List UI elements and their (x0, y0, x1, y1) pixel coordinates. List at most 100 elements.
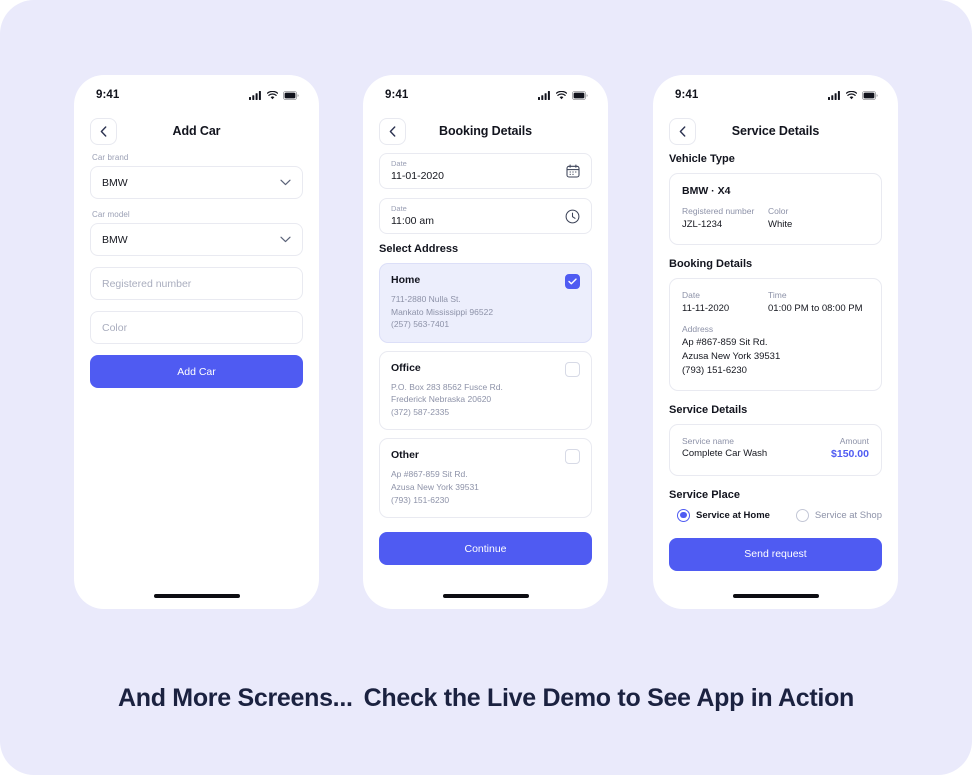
service-place-heading: Service Place (669, 488, 740, 501)
home-indicator (732, 594, 819, 598)
chevron-left-icon (100, 125, 107, 137)
field-group-car-brand: Car brand BMW (90, 153, 303, 199)
back-button[interactable] (669, 117, 696, 145)
radio-label: Service at Shop (814, 509, 882, 521)
cellular-signal-icon (828, 90, 840, 100)
phone-mockup-service-details: 9:41 Service Details Vehicle Type BMW · … (653, 75, 898, 609)
nav-bar: Add Car (74, 109, 319, 153)
address-line-3: (793) 151-6230 (391, 494, 450, 505)
status-bar: 9:41 (363, 75, 608, 109)
caption-part-1: And More Screens... (117, 684, 353, 712)
time-field[interactable]: Date 11:00 am (379, 198, 592, 234)
address-line-2: Azusa New York 39531 (391, 482, 479, 493)
back-button[interactable] (90, 117, 117, 145)
color-placeholder: Color (102, 321, 128, 334)
status-bar-time: 9:41 (675, 89, 699, 101)
field-group-car-model: Car model BMW (90, 210, 303, 256)
radio-option-service-at-shop[interactable]: Service at Shop (795, 508, 882, 522)
battery-icon (862, 90, 878, 100)
date-field-text: Date 11-01-2020 (391, 159, 444, 183)
chevron-down-icon (280, 236, 291, 243)
service-amount-block: Amount $150.00 (831, 436, 869, 463)
address-card-office[interactable]: Office P.O. Box 283 8562 Fusce Rd. Frede… (379, 350, 592, 431)
service-row: Service name Complete Car Wash Amount $1… (682, 436, 869, 463)
vehicle-color: Color White (768, 206, 792, 232)
address-card-home[interactable]: Home 711-2880 Nulla St. Mankato Mississi… (379, 263, 592, 343)
radio-option-service-at-home[interactable]: Service at Home (677, 508, 770, 522)
date-field-value: 11-01-2020 (391, 169, 444, 182)
service-name-block: Service name Complete Car Wash (682, 436, 767, 462)
address-checkbox[interactable] (565, 449, 580, 465)
time-field-label: Date (391, 204, 407, 214)
booking-details-card: Date 11-11-2020 Time 01:00 PM to 08:00 P… (669, 277, 882, 391)
car-model-select[interactable]: BMW (90, 223, 303, 256)
radio-icon[interactable] (795, 508, 809, 522)
registered-number-placeholder: Registered number (102, 277, 192, 290)
radio-icon[interactable] (677, 508, 690, 522)
service-name-value: Complete Car Wash (682, 448, 768, 460)
clock-icon (565, 209, 580, 223)
color-value: White (768, 218, 793, 230)
home-indicator (153, 594, 240, 598)
cellular-signal-icon (249, 90, 261, 100)
car-brand-label: Car brand (92, 153, 129, 162)
address-name: Office (391, 361, 421, 374)
address-checkbox[interactable] (565, 361, 580, 377)
booking-address-label: Address (682, 324, 714, 335)
service-place-options: Service at Home Service at Shop (677, 508, 882, 522)
field-group-registered-number: Registered number (90, 267, 303, 300)
check-icon (568, 278, 577, 285)
service-details-heading: Service Details (669, 403, 748, 416)
address-line-2: Mankato Mississippi 96522 (391, 306, 494, 317)
amount-value: $150.00 (831, 448, 869, 461)
battery-icon (283, 90, 299, 100)
booking-datetime: Date 11-11-2020 Time 01:00 PM to 08:00 P… (682, 290, 869, 316)
service-name-label: Service name (682, 435, 734, 446)
add-car-button[interactable]: Add Car (90, 355, 303, 388)
status-bar-time: 9:41 (385, 89, 409, 101)
time-field-value: 11:00 am (391, 214, 434, 227)
vehicle-name: BMW · X4 (682, 185, 731, 197)
amount-label: Amount (839, 435, 869, 446)
color-input[interactable]: Color (90, 311, 303, 344)
address-checkbox[interactable] (565, 274, 580, 289)
chevron-left-icon (679, 125, 686, 137)
booking-details-heading: Booking Details (669, 257, 753, 270)
booking-address: Address Ap #867-859 Sit Rd. Azusa New Yo… (682, 324, 869, 377)
booking-time: Time 01:00 PM to 08:00 PM (768, 290, 863, 316)
calendar-icon (566, 164, 580, 178)
vehicle-attributes: Registered number JZL-1234 Color White (682, 206, 869, 232)
booking-date: Date 11-11-2020 (682, 290, 768, 316)
battery-icon (572, 90, 588, 100)
registered-number-input[interactable]: Registered number (90, 267, 303, 300)
status-bar: 9:41 (653, 75, 898, 109)
status-bar-time: 9:41 (96, 89, 120, 101)
screen-body-add-car: Car brand BMW Car model BMW Registered n… (74, 153, 319, 609)
address-card-other[interactable]: Other Ap #867-859 Sit Rd. Azusa New York… (379, 438, 592, 519)
nav-bar: Booking Details (363, 109, 608, 153)
registered-number-label: Registered number (682, 206, 755, 216)
back-button[interactable] (379, 117, 406, 145)
booking-address-line-2: Azusa New York 39531 (682, 350, 781, 362)
address-line-3: (372) 587-2335 (391, 406, 450, 417)
booking-date-value: 11-11-2020 (682, 302, 730, 314)
vehicle-type-card: BMW · X4 Registered number JZL-1234 Colo… (669, 173, 882, 245)
color-label: Color (768, 206, 789, 216)
home-indicator (442, 594, 529, 598)
chevron-left-icon (389, 125, 396, 137)
date-field[interactable]: Date 11-01-2020 (379, 153, 592, 189)
screen-body-booking-details: Date 11-01-2020 Date 11:00 am Select Add… (363, 153, 608, 609)
send-request-button[interactable]: Send request (669, 537, 882, 571)
status-bar-icons (828, 90, 878, 100)
car-brand-select[interactable]: BMW (90, 166, 303, 199)
address-line-1: 711-2880 Nulla St. (391, 294, 461, 304)
select-address-heading: Select Address (379, 243, 459, 255)
address-line-1: P.O. Box 283 8562 Fusce Rd. (391, 381, 503, 392)
radio-label: Service at Home (696, 509, 770, 521)
address-name: Home (391, 274, 421, 286)
car-model-value: BMW (102, 233, 128, 246)
date-field-label: Date (391, 159, 407, 169)
registered-number-value: JZL-1234 (682, 218, 723, 230)
screen-body-service-details: Vehicle Type BMW · X4 Registered number … (653, 153, 898, 609)
continue-button[interactable]: Continue (379, 532, 592, 566)
